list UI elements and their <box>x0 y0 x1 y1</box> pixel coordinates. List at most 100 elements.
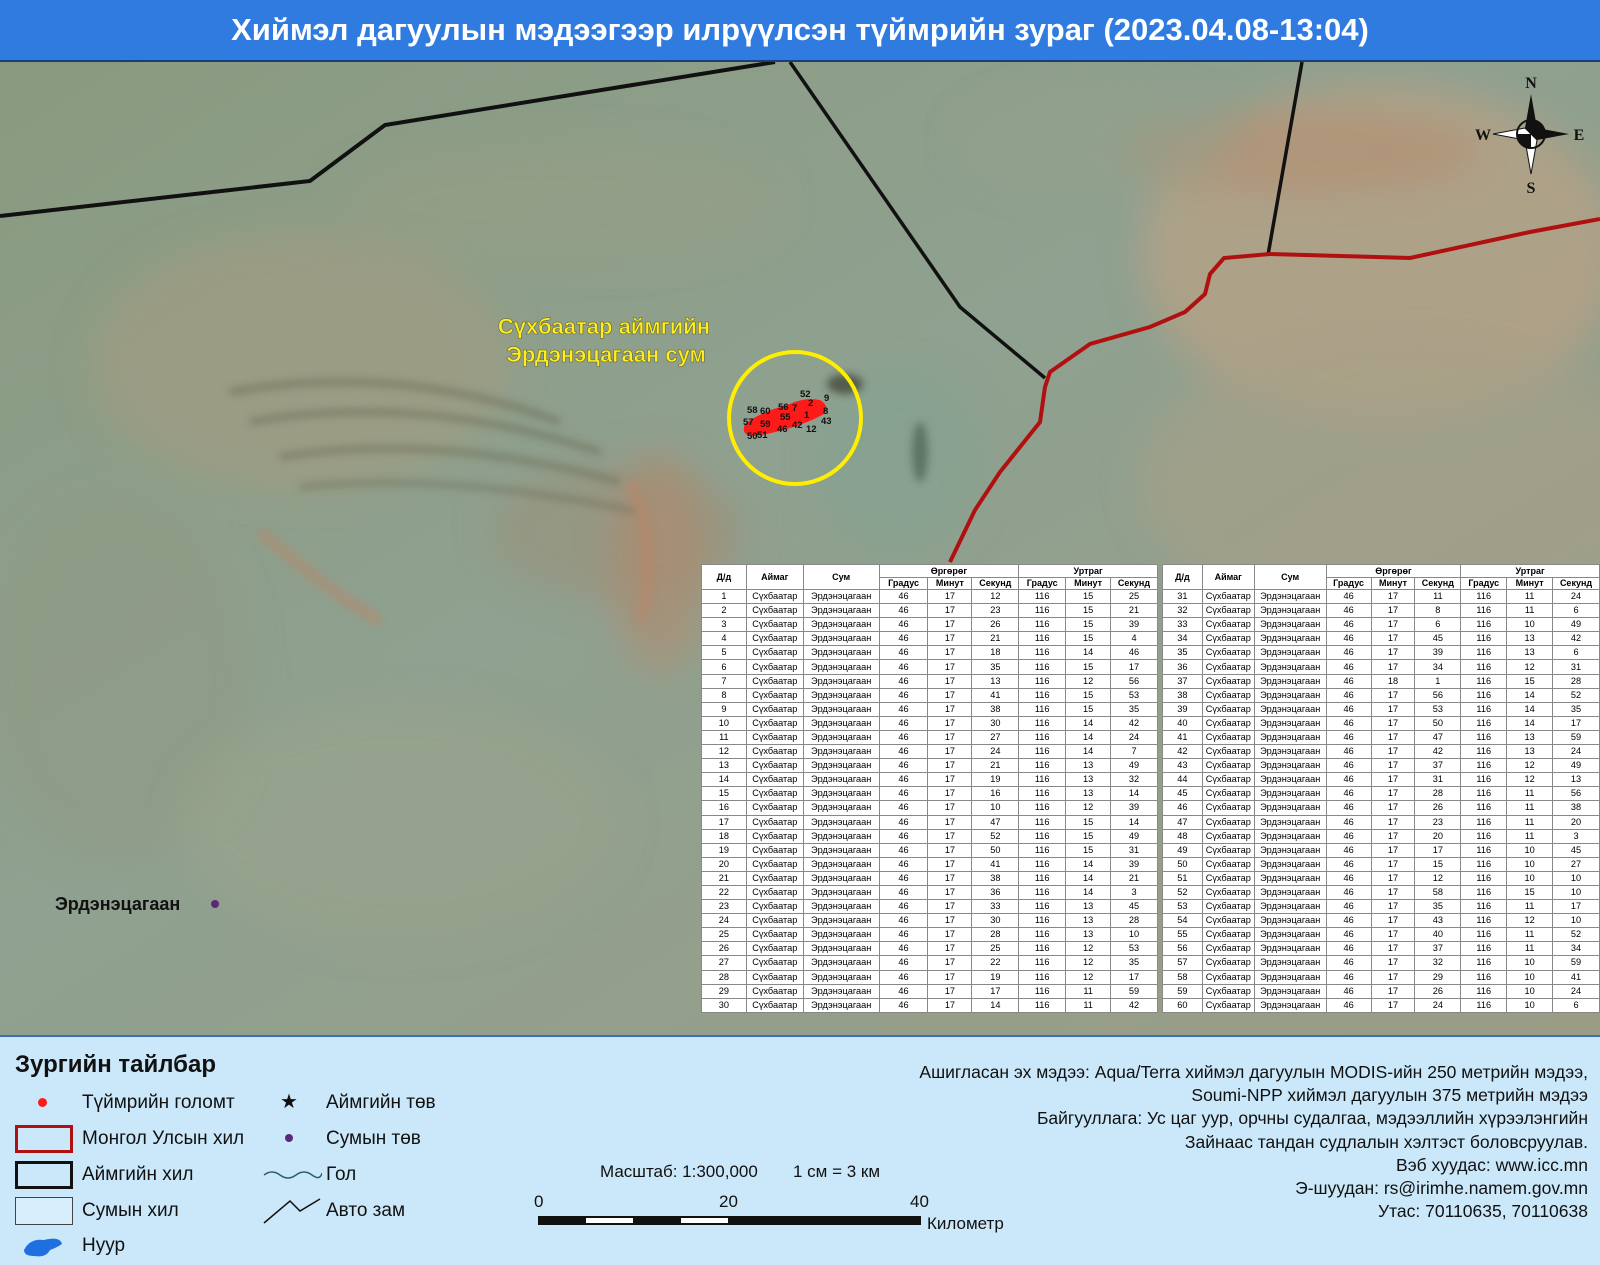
national-border-swatch-icon <box>15 1125 73 1153</box>
header-min: Минут <box>927 577 973 590</box>
cell-coord: 18 <box>971 645 1020 661</box>
credit-website[interactable]: Вэб хуудас: www.icc.mn <box>919 1154 1588 1177</box>
cell-coord: 12 <box>1065 800 1112 816</box>
fire-coordinates-table-right: Д/д Аймаг Сум Өргөрөг Уртраг Градус Минут Секун… <box>1162 564 1600 1013</box>
cell-coord: 15 <box>1065 814 1112 830</box>
compass-e: E <box>1574 127 1585 144</box>
cell-coord: 17 <box>927 997 973 1013</box>
cell-coord: 12 <box>1506 659 1554 675</box>
legend-panel: Зургийн тайлбар Түймрийн голомт Монгол У… <box>0 1035 1600 1265</box>
cell-coord: 46 <box>878 715 929 731</box>
cell-coord: 11 <box>1414 588 1462 605</box>
table-row: 44 Сүхбаатар Эрдэнэцагаан 46 17 31 116 12 13 <box>1162 772 1600 788</box>
legend-lake-label: Нуур <box>82 1235 126 1256</box>
cell-sum: Эрдэнэцагаан <box>802 588 880 605</box>
cell-aimag: Сүхбаатар <box>745 870 804 886</box>
cell-no: 42 <box>1162 744 1203 760</box>
cell-coord: 24 <box>1552 983 1600 999</box>
cell-aimag: Сүхбаатар <box>1201 899 1255 915</box>
cell-aimag: Сүхбаатар <box>745 729 804 746</box>
table-row: 15 Сүхбаатар Эрдэнэцагаан 46 17 16 116 13 14 <box>701 786 1158 802</box>
cell-coord: 21 <box>1110 603 1158 619</box>
cell-coord: 56 <box>1110 673 1158 689</box>
compass-n: N <box>1525 75 1537 92</box>
cell-coord: 13 <box>1552 772 1600 788</box>
cell-coord: 17 <box>927 955 973 971</box>
satellite-map[interactable]: N S E W Сүхбаатар аймгийн Эрдэнэцагаан с… <box>0 62 1600 1035</box>
cell-sum: Эрдэнэцагаан <box>1253 913 1327 929</box>
cell-no: 35 <box>1162 645 1203 661</box>
cell-coord: 17 <box>927 800 973 816</box>
cell-coord: 17 <box>1370 842 1416 858</box>
legend-fire: Түймрийн голомт <box>38 1089 298 1117</box>
cell-coord: 56 <box>1414 687 1462 703</box>
map-title: Хиймэл дагуулын мэдээгээр илрүүлсэн түйм… <box>0 0 1600 62</box>
cell-aimag: Сүхбаатар <box>745 983 804 999</box>
cell-no: 6 <box>701 659 747 675</box>
cell-coord: 116 <box>1460 884 1508 901</box>
cell-coord: 116 <box>1018 955 1067 971</box>
cell-coord: 116 <box>1460 828 1508 844</box>
cell-coord: 17 <box>927 842 973 858</box>
cell-coord: 46 <box>878 884 929 901</box>
cell-coord: 116 <box>1460 927 1508 943</box>
cell-sum: Эрдэнэцагаан <box>1253 631 1327 647</box>
credit-email[interactable]: Э-шуудан: rs@irimhe.namem.gov.mn <box>919 1177 1588 1200</box>
header-aimag: Аймаг <box>745 564 804 590</box>
cell-coord: 49 <box>1552 758 1600 774</box>
cell-coord: 42 <box>1110 997 1158 1013</box>
cell-coord: 38 <box>971 701 1020 717</box>
table-row: 21 Сүхбаатар Эрдэнэцагаан 46 17 38 116 14 21 <box>701 870 1158 886</box>
cell-coord: 13 <box>1506 744 1554 760</box>
header-deg: Градус <box>1325 577 1372 590</box>
cell-coord: 17 <box>927 729 973 746</box>
cell-coord: 116 <box>1018 617 1067 633</box>
cell-coord: 46 <box>878 955 929 971</box>
cell-sum: Эрдэнэцагаан <box>1253 673 1327 689</box>
cell-coord: 46 <box>1325 800 1372 816</box>
cell-coord: 17 <box>1370 744 1416 760</box>
cell-coord: 34 <box>1414 659 1462 675</box>
cell-no: 51 <box>1162 870 1203 886</box>
cell-coord: 116 <box>1018 927 1067 943</box>
cell-coord: 116 <box>1460 631 1508 647</box>
header-min: Минут <box>1506 577 1554 590</box>
cell-no: 10 <box>701 715 747 731</box>
cell-coord: 43 <box>1414 913 1462 929</box>
cell-coord: 39 <box>1110 617 1158 633</box>
cell-no: 12 <box>701 744 747 760</box>
cell-coord: 17 <box>927 603 973 619</box>
scale-cm: 1 см = 3 км <box>793 1162 881 1181</box>
cell-coord: 46 <box>1325 814 1372 830</box>
cell-coord: 11 <box>1506 814 1554 830</box>
cell-coord: 11 <box>1506 588 1554 605</box>
cell-coord: 10 <box>1506 870 1554 886</box>
legend-aimag-border: Аймгийн хил <box>15 1159 275 1191</box>
cell-coord: 46 <box>1325 884 1372 901</box>
cell-coord: 17 <box>1370 955 1416 971</box>
scale-ratio: Масштаб: 1:300,000 <box>600 1162 758 1181</box>
header-lat: Өргөрөг <box>878 564 1020 578</box>
cell-coord: 46 <box>878 983 929 999</box>
legend-national-border-label: Монгол Улсын хил <box>82 1128 245 1149</box>
cell-coord: 25 <box>971 941 1020 957</box>
cell-coord: 53 <box>1110 687 1158 703</box>
cell-aimag: Сүхбаатар <box>745 588 804 605</box>
cell-coord: 10 <box>1110 927 1158 943</box>
cell-coord: 46 <box>878 772 929 788</box>
cell-coord: 116 <box>1018 913 1067 929</box>
cell-coord: 24 <box>971 744 1020 760</box>
cell-coord: 35 <box>1110 701 1158 717</box>
header-no: Д/д <box>701 564 747 590</box>
cell-coord: 10 <box>971 800 1020 816</box>
cell-coord: 46 <box>878 701 929 717</box>
cell-no: 14 <box>701 772 747 788</box>
cell-coord: 46 <box>1325 969 1372 985</box>
cell-no: 17 <box>701 814 747 830</box>
cell-sum: Эрдэнэцагаан <box>1253 955 1327 971</box>
cell-coord: 49 <box>1110 828 1158 844</box>
cell-coord: 116 <box>1018 758 1067 774</box>
cell-coord: 17 <box>927 758 973 774</box>
cell-aimag: Сүхбаатар <box>745 603 804 619</box>
cell-coord: 17 <box>927 941 973 957</box>
